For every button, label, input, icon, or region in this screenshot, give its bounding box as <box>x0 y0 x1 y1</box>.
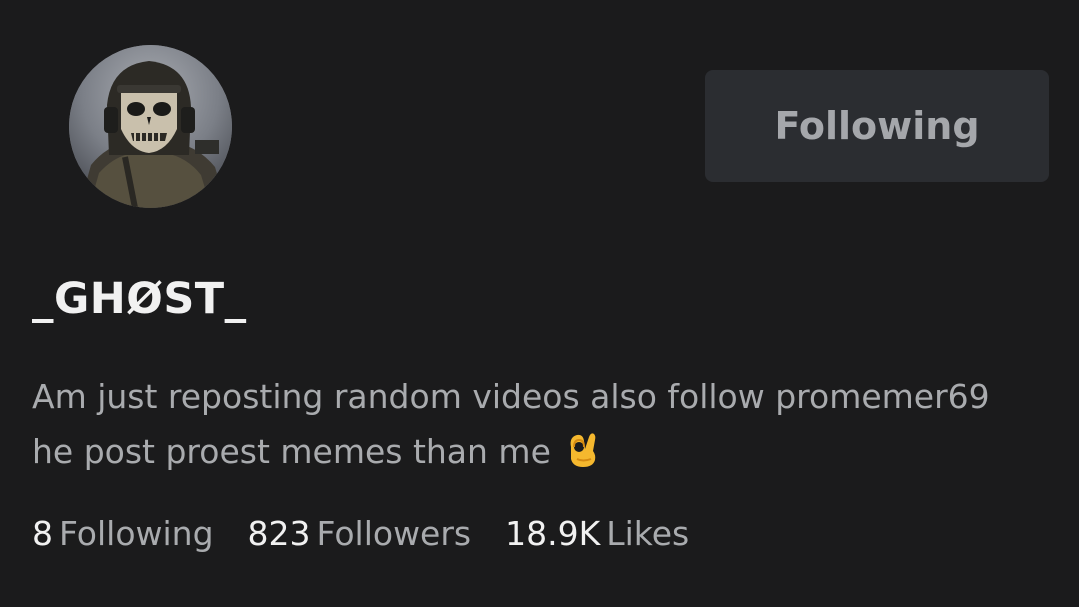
likes-count: 18.9K <box>505 513 601 553</box>
following-button[interactable]: Following <box>705 70 1049 182</box>
followers-stat[interactable]: 823 Followers <box>248 514 472 553</box>
bio-line-1: Am just reposting random videos also fol… <box>32 377 990 416</box>
followers-label: Followers <box>316 513 472 553</box>
profile-stats: 8 Following 823 Followers 18.9K Likes <box>32 510 723 556</box>
profile-avatar[interactable] <box>69 45 232 208</box>
likes-label: Likes <box>606 513 690 553</box>
following-stat[interactable]: 8 Following <box>32 514 214 553</box>
profile-username: _GHØST_ <box>32 274 247 324</box>
following-count: 8 <box>32 513 53 553</box>
profile-bio: Am just reposting random videos also fol… <box>32 369 1032 479</box>
following-label: Following <box>59 513 214 553</box>
masked-soldier-avatar-icon <box>69 45 232 208</box>
ok-hand-emoji-icon <box>570 433 596 467</box>
followers-count: 823 <box>247 513 311 553</box>
bio-line-2: he post proest memes than me <box>32 432 551 471</box>
likes-stat[interactable]: 18.9K Likes <box>505 514 689 553</box>
bio-line-2-wrapper: he post proest memes than me <box>32 424 1032 479</box>
